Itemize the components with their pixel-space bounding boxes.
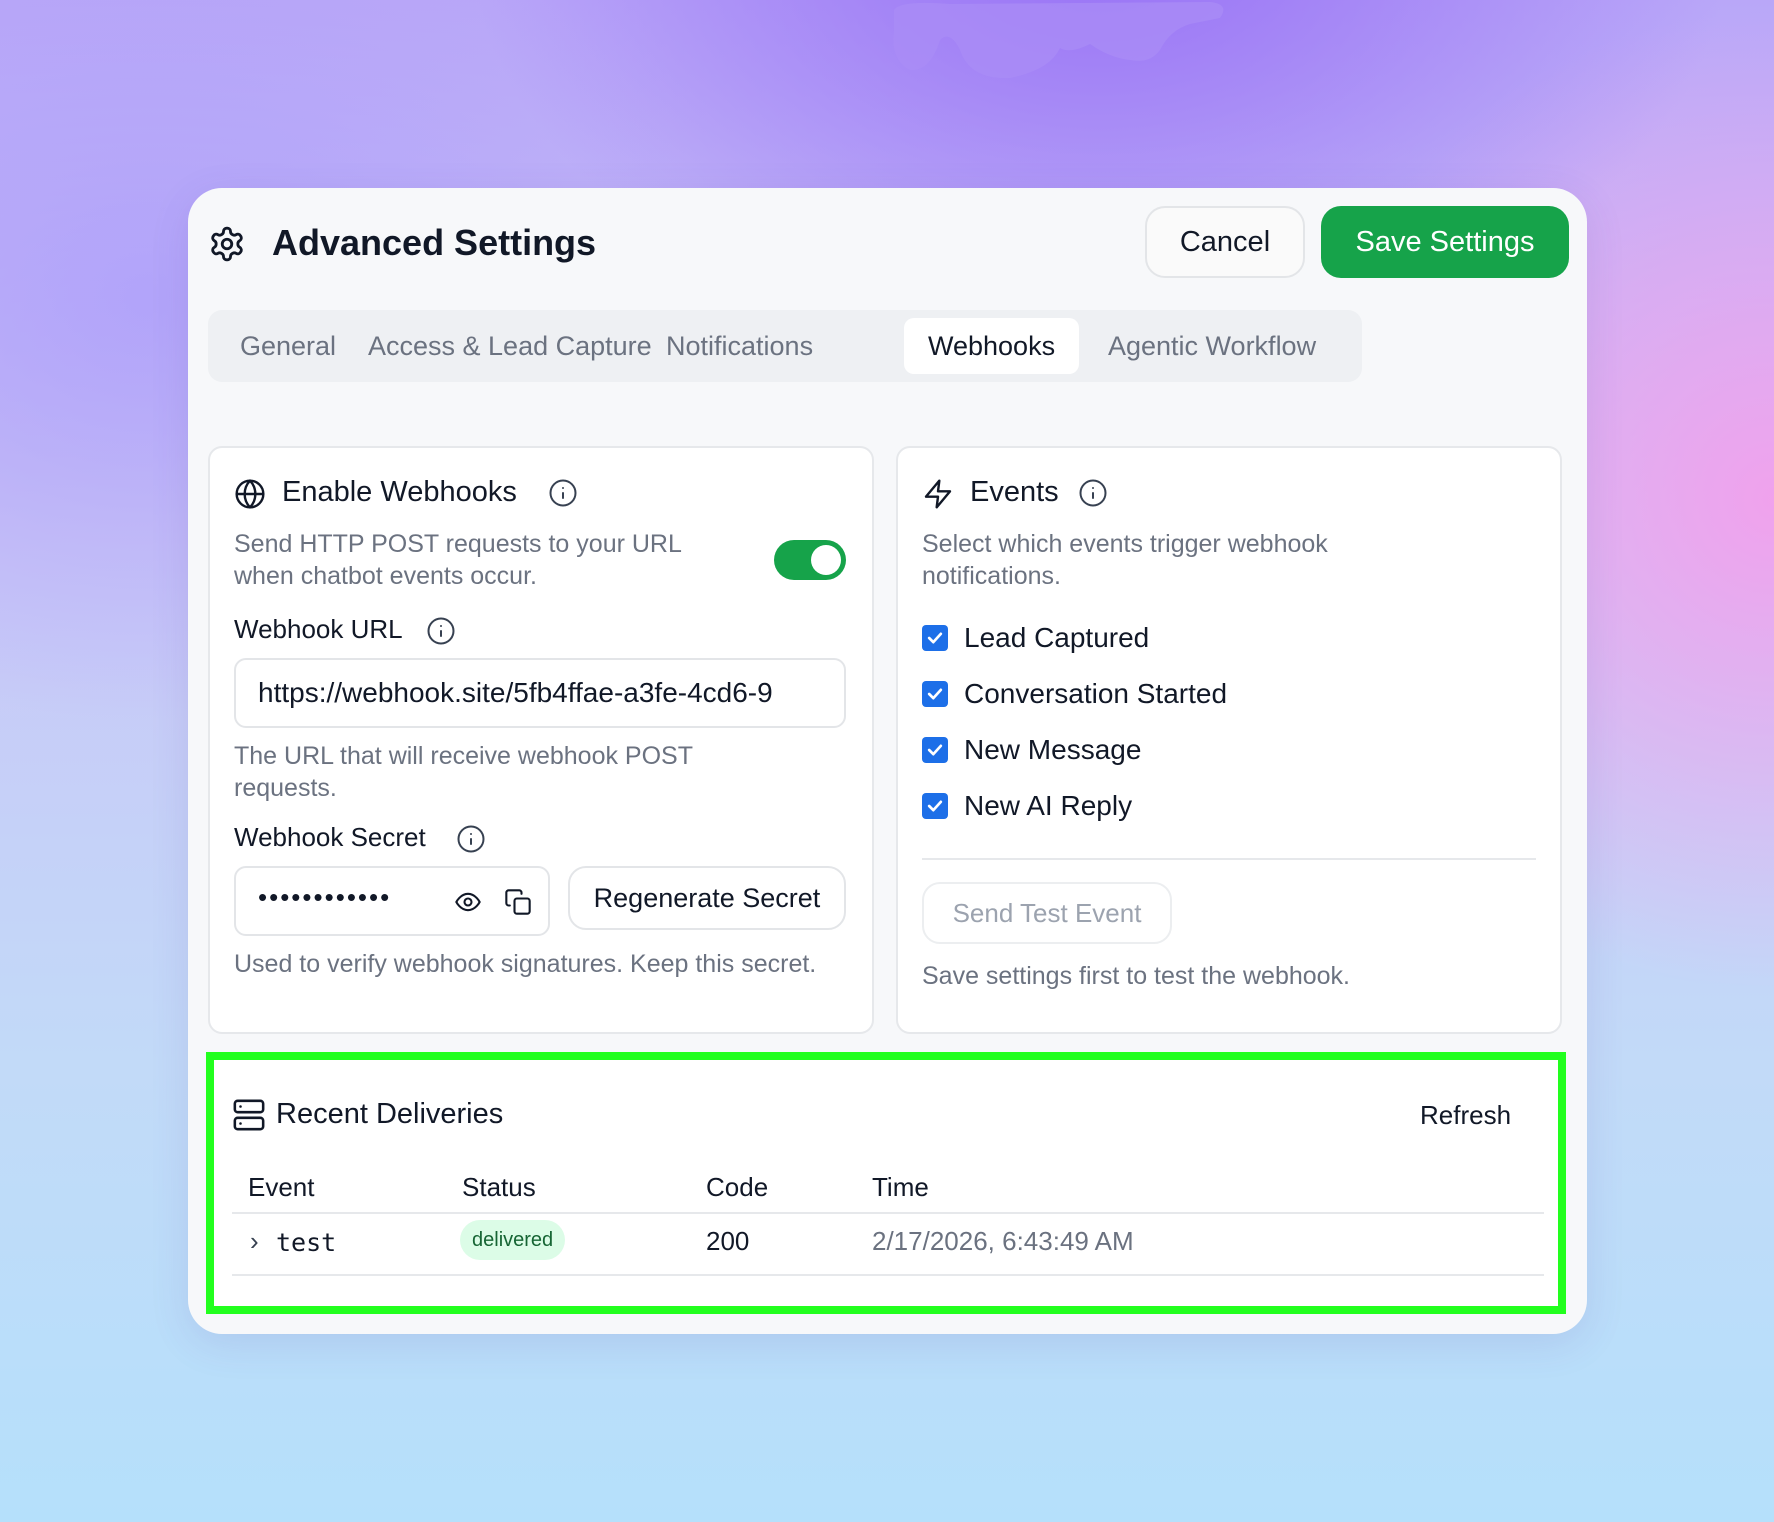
cancel-button[interactable]: Cancel	[1145, 206, 1305, 278]
events-description: Select which events trigger webhook noti…	[922, 530, 1328, 590]
toggle-knob	[811, 545, 841, 575]
secret-value: ••••••••••••	[258, 882, 392, 912]
enable-webhooks-title: Enable Webhooks	[282, 476, 517, 508]
event-new-message[interactable]: New Message	[922, 730, 1141, 770]
save-settings-button[interactable]: Save Settings	[1321, 206, 1569, 278]
regenerate-secret-button[interactable]: Regenerate Secret	[568, 866, 846, 930]
events-card: Events Select which events trigger webho…	[896, 446, 1562, 1034]
webhook-url-input[interactable]: https://webhook.site/5fb4ffae-a3fe-4cd6-…	[234, 658, 846, 728]
check-icon	[927, 800, 943, 812]
enable-webhooks-card: Enable Webhooks Send HTTP POST requests …	[208, 446, 874, 1034]
delivery-code: 200	[706, 1226, 750, 1256]
event-label: Conversation Started	[964, 678, 1228, 709]
tab-webhooks[interactable]: Webhooks	[904, 318, 1080, 374]
table-row-divider	[232, 1274, 1544, 1276]
server-icon	[233, 1099, 265, 1131]
column-header-status: Status	[462, 1172, 536, 1202]
status-badge: delivered	[460, 1220, 566, 1260]
divider	[922, 858, 1536, 860]
info-icon[interactable]	[1078, 478, 1108, 508]
tab-agentic-workflow[interactable]: Agentic Workflow	[1084, 318, 1340, 374]
tab-notifications[interactable]: Notifications	[642, 318, 837, 374]
page-title: Advanced Settings	[272, 222, 597, 263]
webhook-secret-field[interactable]: ••••••••••••	[234, 866, 550, 936]
checkbox-checked[interactable]	[922, 737, 948, 763]
globe-icon	[235, 479, 265, 509]
event-new-ai-reply[interactable]: New AI Reply	[922, 786, 1132, 826]
column-header-time: Time	[872, 1172, 929, 1202]
event-label: New AI Reply	[964, 790, 1133, 821]
webhook-url-label: Webhook URL	[234, 614, 403, 644]
send-test-help: Save settings first to test the webhook.	[922, 962, 1351, 990]
event-lead-captured[interactable]: Lead Captured	[922, 618, 1149, 658]
info-icon[interactable]	[456, 824, 486, 854]
info-icon[interactable]	[548, 478, 578, 508]
check-icon	[927, 688, 943, 700]
settings-tabs: General Access & Lead Capture Notificati…	[208, 310, 1362, 382]
tab-access-lead-capture[interactable]: Access & Lead Capture	[344, 318, 676, 374]
settings-modal: Advanced Settings Cancel Save Settings G…	[188, 188, 1587, 1334]
event-label: New Message	[964, 734, 1142, 765]
send-test-event-button[interactable]: Send Test Event	[922, 882, 1172, 944]
event-conversation-started[interactable]: Conversation Started	[922, 674, 1227, 714]
events-title: Events	[970, 476, 1059, 508]
gear-icon	[211, 226, 243, 262]
column-header-code: Code	[706, 1172, 769, 1202]
lightning-icon	[924, 479, 952, 509]
checkbox-checked[interactable]	[922, 793, 948, 819]
refresh-button[interactable]: Refresh	[1420, 1100, 1511, 1131]
table-header-divider	[232, 1212, 1544, 1214]
webhook-secret-help: Used to verify webhook signatures. Keep …	[234, 950, 817, 978]
recent-deliveries-title: Recent Deliveries	[276, 1098, 504, 1130]
decorative-blob	[893, 2, 1224, 79]
copy-icon[interactable]	[504, 888, 532, 916]
delivery-time: 2/17/2026, 6:43:49 AM	[872, 1226, 1134, 1256]
check-icon	[927, 744, 943, 756]
expand-chevron-icon[interactable]: ›	[250, 1226, 259, 1257]
eye-icon[interactable]	[454, 888, 482, 916]
delivery-event: test	[276, 1228, 337, 1257]
tab-general[interactable]: General	[216, 318, 360, 374]
info-icon[interactable]	[426, 616, 456, 646]
recent-deliveries-card: Recent Deliveries Refresh Event Status C…	[206, 1052, 1566, 1314]
column-header-event: Event	[248, 1172, 315, 1202]
webhook-secret-label: Webhook Secret	[234, 822, 426, 852]
modal-header: Advanced Settings Cancel Save Settings	[188, 188, 1587, 298]
event-label: Lead Captured	[964, 622, 1150, 653]
webhook-url-help: The URL that will receive webhook POST r…	[234, 742, 693, 802]
check-icon	[927, 632, 943, 644]
checkbox-checked[interactable]	[922, 625, 948, 651]
enable-webhooks-toggle[interactable]	[774, 540, 846, 580]
enable-webhooks-description: Send HTTP POST requests to your URL when…	[234, 530, 681, 590]
checkbox-checked[interactable]	[922, 681, 948, 707]
